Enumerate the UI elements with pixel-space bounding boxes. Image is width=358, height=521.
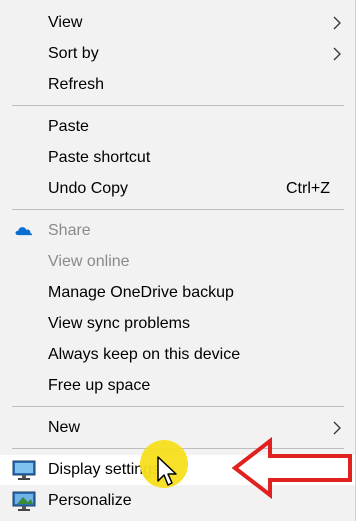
menu-item-label: Manage OneDrive backup: [48, 284, 234, 301]
menu-item-manage-onedrive-backup[interactable]: Manage OneDrive backup: [0, 278, 355, 308]
menu-item-label: Paste: [48, 118, 89, 135]
menu-item-label: Undo Copy: [48, 180, 129, 197]
menu-separator: [12, 105, 344, 106]
menu-item-view[interactable]: View: [0, 8, 355, 38]
menu-item-label: View sync problems: [48, 315, 190, 332]
menu-item-label: Refresh: [48, 76, 105, 93]
menu-item-share: Share: [0, 216, 355, 246]
chevron-right-icon: [333, 47, 341, 61]
menu-item-always-keep[interactable]: Always keep on this device: [0, 340, 355, 370]
menu-item-label: Sort by: [48, 45, 99, 62]
menu-item-undo-copy[interactable]: Undo Copy Ctrl+Z: [0, 174, 355, 204]
onedrive-cloud-icon: [15, 227, 33, 236]
menu-item-label: View: [48, 14, 83, 31]
menu-item-label: Free up space: [48, 377, 151, 394]
menu-item-paste-shortcut[interactable]: Paste shortcut: [0, 143, 355, 173]
menu-item-label: Personalize: [48, 492, 132, 509]
display-monitor-icon: [12, 460, 36, 480]
menu-item-paste[interactable]: Paste: [0, 112, 355, 142]
menu-item-label: Paste shortcut: [48, 149, 151, 166]
menu-separator: [12, 406, 344, 407]
red-arrow-annotation-icon: [232, 436, 352, 500]
menu-item-shortcut: Ctrl+Z: [286, 180, 330, 197]
chevron-right-icon: [333, 421, 341, 435]
menu-item-view-online: View online: [0, 247, 355, 277]
mouse-pointer-icon: [157, 456, 177, 486]
menu-item-label: Always keep on this device: [48, 346, 241, 363]
menu-item-view-sync-problems[interactable]: View sync problems: [0, 309, 355, 339]
menu-separator: [12, 209, 344, 210]
menu-item-label: Share: [48, 222, 91, 239]
personalize-monitor-icon: [12, 491, 36, 511]
chevron-right-icon: [333, 16, 341, 30]
menu-item-sort-by[interactable]: Sort by: [0, 39, 355, 69]
menu-item-label: New: [48, 419, 81, 436]
menu-item-refresh[interactable]: Refresh: [0, 70, 355, 100]
menu-item-label: View online: [48, 253, 130, 270]
menu-item-free-up-space[interactable]: Free up space: [0, 371, 355, 401]
